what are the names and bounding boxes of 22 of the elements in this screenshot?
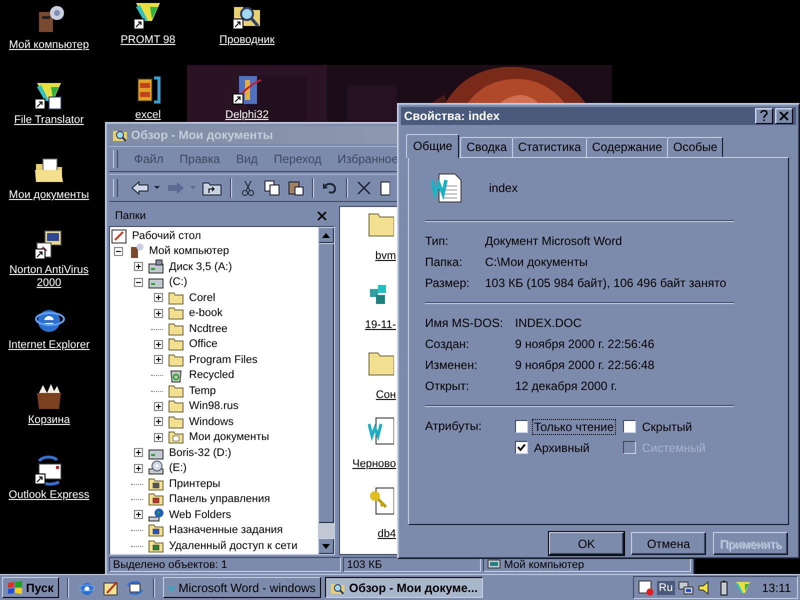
window-title: Свойства: index xyxy=(404,108,501,123)
field-label: Тип: xyxy=(425,234,450,248)
file-name: index xyxy=(489,180,518,195)
field-label: Имя MS-DOS: xyxy=(425,316,504,330)
clock: 13:11 xyxy=(762,580,791,594)
status-text: Мой компьютер xyxy=(504,558,584,570)
status-text: Выделено объектов: 1 xyxy=(109,557,341,572)
field-value: 12 декабря 2000 г. xyxy=(515,378,618,393)
field-label: Размер: xyxy=(425,276,471,290)
field-value: 103 КБ (105 984 байт), 106 496 байт занято xyxy=(485,276,728,290)
window-title: Обзор - Мои документы xyxy=(131,128,274,142)
field-value: 9 ноября 2000 г. 22:56:48 xyxy=(515,358,656,372)
field-label: Создан: xyxy=(425,336,470,351)
field-value: C:\Мои документы xyxy=(485,254,589,269)
field-value: Документ Microsoft Word xyxy=(485,234,624,248)
pane-title: Папки xyxy=(115,210,146,222)
field-label: Открыт: xyxy=(425,378,470,393)
field-value: 9 ноября 2000 г. 22:56:46 xyxy=(515,336,656,351)
field-label: Атрибуты: xyxy=(425,418,483,435)
field-label: Изменен: xyxy=(425,358,478,372)
field-label: Папка: xyxy=(425,254,464,269)
field-value: INDEX.DOC xyxy=(515,316,583,330)
